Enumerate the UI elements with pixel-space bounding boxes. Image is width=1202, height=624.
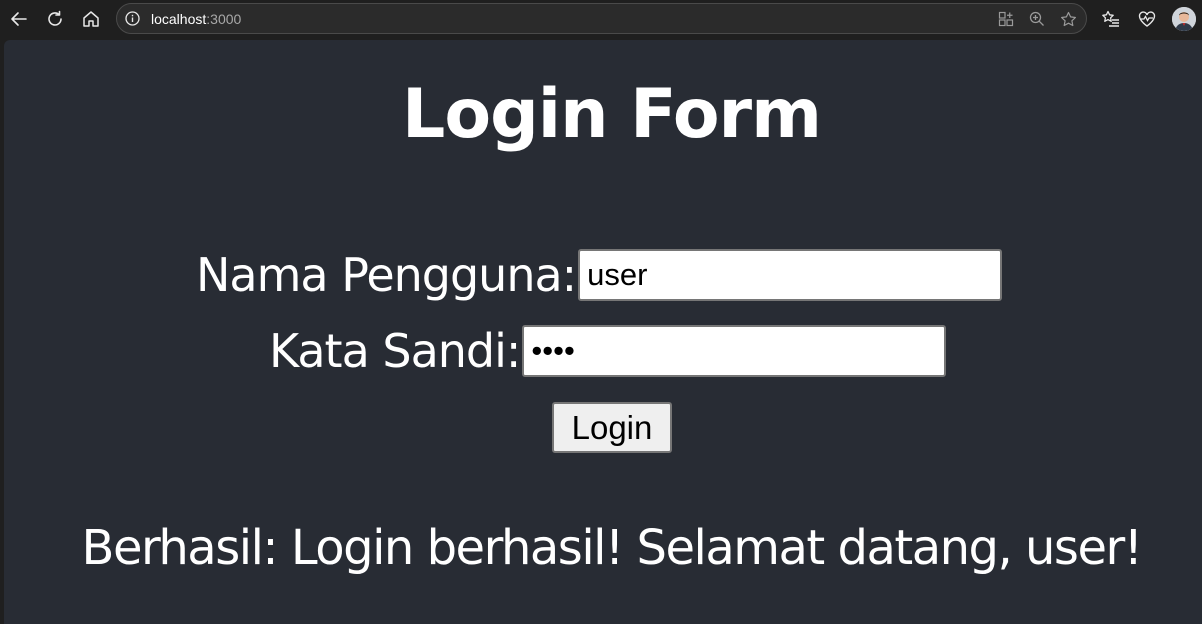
site-info-icon[interactable]	[125, 11, 140, 26]
address-bar[interactable]: localhost:3000	[116, 3, 1087, 34]
status-message: Berhasil: Login berhasil! Selamat datang…	[81, 520, 1143, 576]
browser-toolbar: localhost:3000	[0, 0, 1202, 38]
password-input[interactable]	[522, 325, 947, 377]
page-title: Login Form	[402, 75, 822, 154]
password-row: Kata Sandi:	[269, 324, 947, 378]
username-label: Nama Pengguna:	[196, 248, 577, 302]
profile-avatar[interactable]	[1172, 7, 1196, 31]
favorites-list-icon[interactable]	[1100, 8, 1122, 30]
home-icon[interactable]	[80, 8, 102, 30]
back-arrow-icon[interactable]	[8, 8, 30, 30]
url-text[interactable]: localhost:3000	[151, 11, 241, 27]
browser-essentials-icon[interactable]	[1136, 8, 1158, 30]
username-input[interactable]	[578, 249, 1003, 301]
password-label: Kata Sandi:	[269, 324, 521, 378]
reload-icon[interactable]	[44, 8, 66, 30]
page-content: Login Form Nama Pengguna: Kata Sandi: Lo…	[4, 40, 1202, 624]
url-port: :3000	[206, 11, 242, 27]
favorite-star-icon[interactable]	[1059, 10, 1077, 28]
app-available-icon[interactable]	[997, 10, 1015, 28]
zoom-icon[interactable]	[1028, 10, 1046, 28]
url-host: localhost	[151, 11, 207, 27]
login-button[interactable]: Login	[552, 402, 672, 453]
username-row: Nama Pengguna:	[196, 248, 1003, 302]
